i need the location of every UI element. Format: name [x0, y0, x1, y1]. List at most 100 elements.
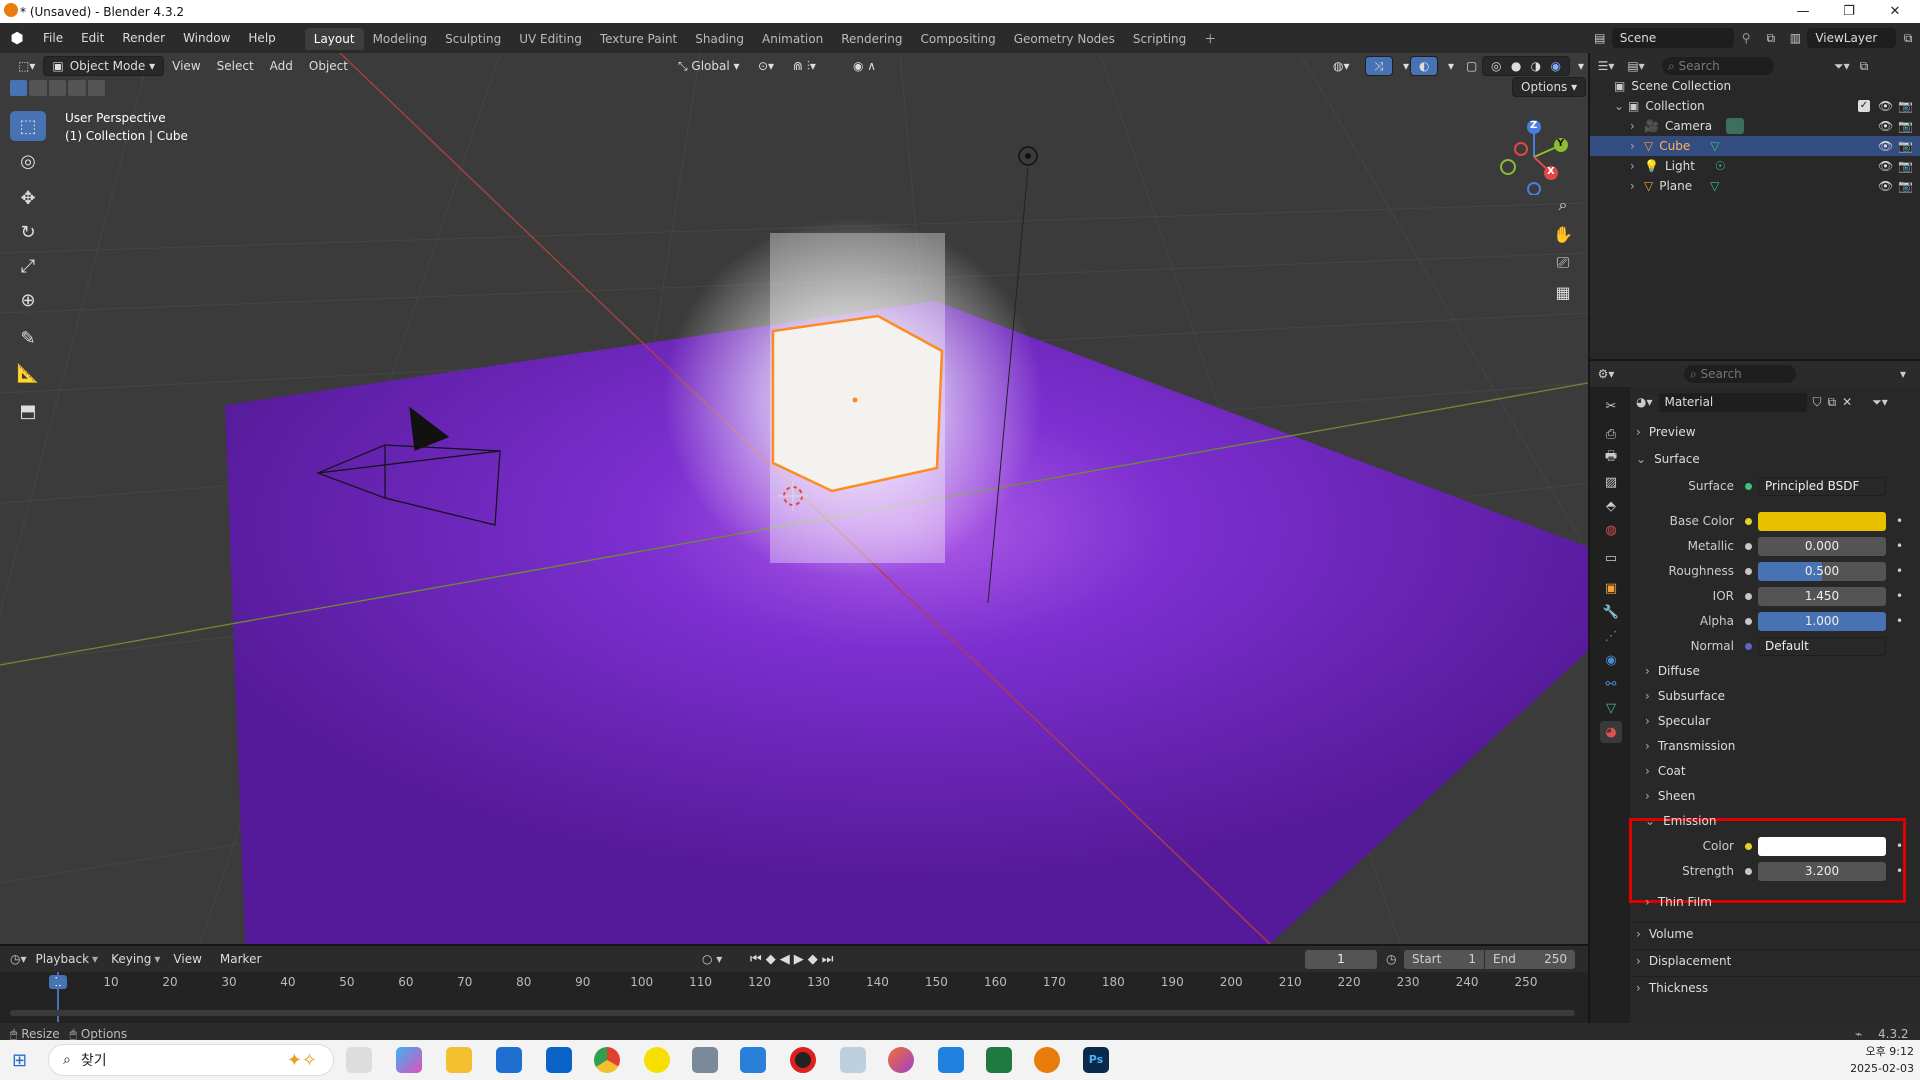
base-color-swatch[interactable] — [1758, 511, 1886, 531]
viewport-scene[interactable] — [0, 53, 1588, 944]
minimize-icon[interactable]: — — [1780, 0, 1826, 23]
new-view-layer-icon[interactable]: ⧉ — [1896, 31, 1920, 46]
section-displacement[interactable]: › Displacement — [1632, 949, 1920, 971]
menu-render[interactable]: Render — [113, 23, 174, 53]
keyframe-dot-icon[interactable]: • — [1896, 514, 1903, 528]
tab-uv-editing[interactable]: UV Editing — [510, 28, 591, 50]
file-explorer-icon[interactable] — [446, 1047, 472, 1073]
material-name-field[interactable]: Material — [1658, 392, 1807, 412]
normal-field[interactable]: Default — [1758, 636, 1886, 656]
close-icon[interactable]: ✕ — [1872, 0, 1918, 23]
3d-viewport[interactable]: ⬚▾ ▣ Object Mode ▾ View Select Add Object… — [0, 53, 1588, 944]
camera-render-icon[interactable]: 📷 — [1898, 99, 1913, 113]
visibility-icon[interactable]: ◍▾ — [1325, 56, 1358, 76]
material-browse-icon[interactable]: ◕▾ — [1636, 395, 1653, 409]
expand-chevron-down-icon[interactable]: ⌄ — [1614, 99, 1628, 113]
material-tab-icon[interactable]: ◕ — [1600, 721, 1622, 743]
subsection-diffuse[interactable]: › Diffuse — [1645, 660, 1915, 682]
cursor-tool-icon[interactable]: ◎ — [10, 146, 46, 176]
eye-icon[interactable]: 👁 — [1878, 179, 1893, 193]
excel-icon[interactable] — [986, 1047, 1012, 1073]
tab-scripting[interactable]: Scripting — [1124, 28, 1195, 50]
transform-orientation[interactable]: ⤡ Global ▾ — [670, 56, 748, 76]
keyframe-dot-icon[interactable]: • — [1896, 614, 1903, 628]
taskbar-search-box[interactable]: ⌕ 찾기 ✦✧ — [48, 1044, 334, 1076]
editor-type-icon[interactable]: ⬚▾ — [10, 56, 43, 76]
tab-layout[interactable]: Layout — [304, 27, 364, 50]
end-frame-field[interactable]: End 250 — [1485, 949, 1575, 969]
menu-keying[interactable]: Keying — [102, 944, 160, 974]
select-intersect-icon[interactable] — [87, 80, 106, 96]
alpha-field[interactable]: 1.000 — [1758, 611, 1886, 631]
chrome-icon[interactable] — [594, 1047, 620, 1073]
menu-edit[interactable]: Edit — [72, 23, 113, 53]
clock-area[interactable]: 오후 9:12 2025-02-03 — [1830, 1043, 1914, 1077]
play-icon[interactable]: ▶ — [794, 952, 808, 967]
snap-icon[interactable]: ⋒ ⫶▾ — [785, 56, 824, 76]
tab-compositing[interactable]: Compositing — [911, 28, 1004, 50]
emission-color-swatch[interactable] — [1758, 836, 1886, 856]
keyframe-dot-icon[interactable]: • — [1896, 564, 1903, 578]
properties-dropdown-icon[interactable]: ▾ — [1900, 367, 1906, 381]
add-cube-tool-icon[interactable]: ⬒ — [10, 396, 46, 426]
playback-controls[interactable]: ⏮◆◀▶◆⏭ — [750, 952, 837, 967]
emission-strength-field[interactable]: 3.200 — [1758, 861, 1886, 881]
ortho-grid-icon[interactable]: ▦ — [1549, 278, 1577, 306]
eye-icon[interactable]: 👁 — [1878, 159, 1893, 173]
select-extend-icon[interactable] — [29, 80, 47, 96]
expand-chevron-right-icon[interactable]: › — [1630, 139, 1644, 153]
app-icon[interactable] — [938, 1047, 964, 1073]
clock-icon[interactable]: ◷ — [1386, 952, 1396, 966]
mesh-data-icon[interactable]: ▽ — [1710, 139, 1719, 153]
keyframe-dot-icon[interactable]: • — [1896, 589, 1903, 603]
navigation-gizmo[interactable]: Z Y X — [1496, 115, 1576, 196]
menu-select[interactable]: Select — [209, 56, 262, 76]
options-button[interactable]: Options ▾ — [1512, 77, 1587, 97]
timeline-editor-icon[interactable]: ◷▾ — [10, 952, 27, 966]
menu-file[interactable]: File — [34, 23, 72, 53]
pivot-icon[interactable]: ⊙▾ — [750, 56, 782, 76]
restore-icon[interactable]: ❐ — [1826, 0, 1872, 23]
camera-render-icon[interactable]: 📷 — [1898, 119, 1913, 133]
filter-icon[interactable]: ⏷▾ — [1834, 59, 1850, 74]
mesh-data-icon[interactable]: ▽ — [1710, 179, 1719, 193]
measure-tool-icon[interactable]: 📐 — [10, 358, 46, 388]
kakaotalk-icon[interactable] — [644, 1047, 670, 1073]
scene-field[interactable]: Scene — [1611, 28, 1735, 48]
view-layer-field[interactable]: ViewLayer — [1807, 28, 1897, 48]
calculator-icon[interactable] — [692, 1047, 718, 1073]
new-scene-icon[interactable]: ⧉ — [1758, 31, 1784, 46]
annotate-tool-icon[interactable]: ✎ — [10, 323, 46, 353]
select-new-icon[interactable] — [10, 80, 28, 96]
outliner-scene-collection[interactable]: ▣ Scene Collection — [1590, 76, 1920, 96]
transform-tool-icon[interactable]: ⊕ — [10, 285, 46, 315]
metallic-field[interactable]: 0.000 — [1758, 536, 1886, 556]
tool-tab-icon[interactable]: ✂ — [1600, 395, 1622, 417]
keyframe-dot-icon[interactable]: • — [1896, 839, 1903, 853]
new-collection-icon[interactable]: ⧉ — [1860, 59, 1869, 74]
section-thickness[interactable]: › Thickness — [1632, 976, 1920, 998]
add-workspace-icon[interactable]: ＋ — [1195, 28, 1225, 50]
start-frame-field[interactable]: Start 1 — [1404, 949, 1484, 969]
subsection-emission[interactable]: ⌄ Emission — [1645, 810, 1915, 832]
ior-field[interactable]: 1.450 — [1758, 586, 1886, 606]
roughness-field[interactable]: 0.500 — [1758, 561, 1886, 581]
select-box-tool-icon[interactable]: ⬚ — [10, 111, 46, 141]
subsection-coat[interactable]: › Coat — [1645, 760, 1915, 782]
pan-hand-icon[interactable]: ✋ — [1549, 220, 1577, 248]
output-tab-icon[interactable]: 🖶 — [1600, 447, 1622, 469]
scale-tool-icon[interactable]: ⤢ — [10, 251, 46, 281]
section-volume[interactable]: › Volume — [1632, 922, 1920, 944]
copilot-icon[interactable] — [396, 1047, 422, 1073]
render-tab-icon[interactable]: ⎙ — [1600, 423, 1622, 445]
proportional-edit-icon[interactable]: ◉ ∧ — [845, 56, 884, 76]
subsection-specular[interactable]: › Specular — [1645, 710, 1915, 732]
collection-checkbox[interactable]: ✓ — [1858, 100, 1870, 112]
expand-chevron-right-icon[interactable]: › — [1630, 119, 1644, 133]
tab-texture-paint[interactable]: Texture Paint — [591, 28, 686, 50]
expand-chevron-right-icon[interactable]: › — [1630, 159, 1644, 173]
properties-editor-icon[interactable]: ⚙▾ — [1590, 367, 1622, 381]
tab-rendering[interactable]: Rendering — [832, 28, 911, 50]
pin-icon[interactable]: ⚲ — [1734, 31, 1758, 45]
display-mode-icon[interactable]: ▤▾ — [1622, 59, 1650, 73]
